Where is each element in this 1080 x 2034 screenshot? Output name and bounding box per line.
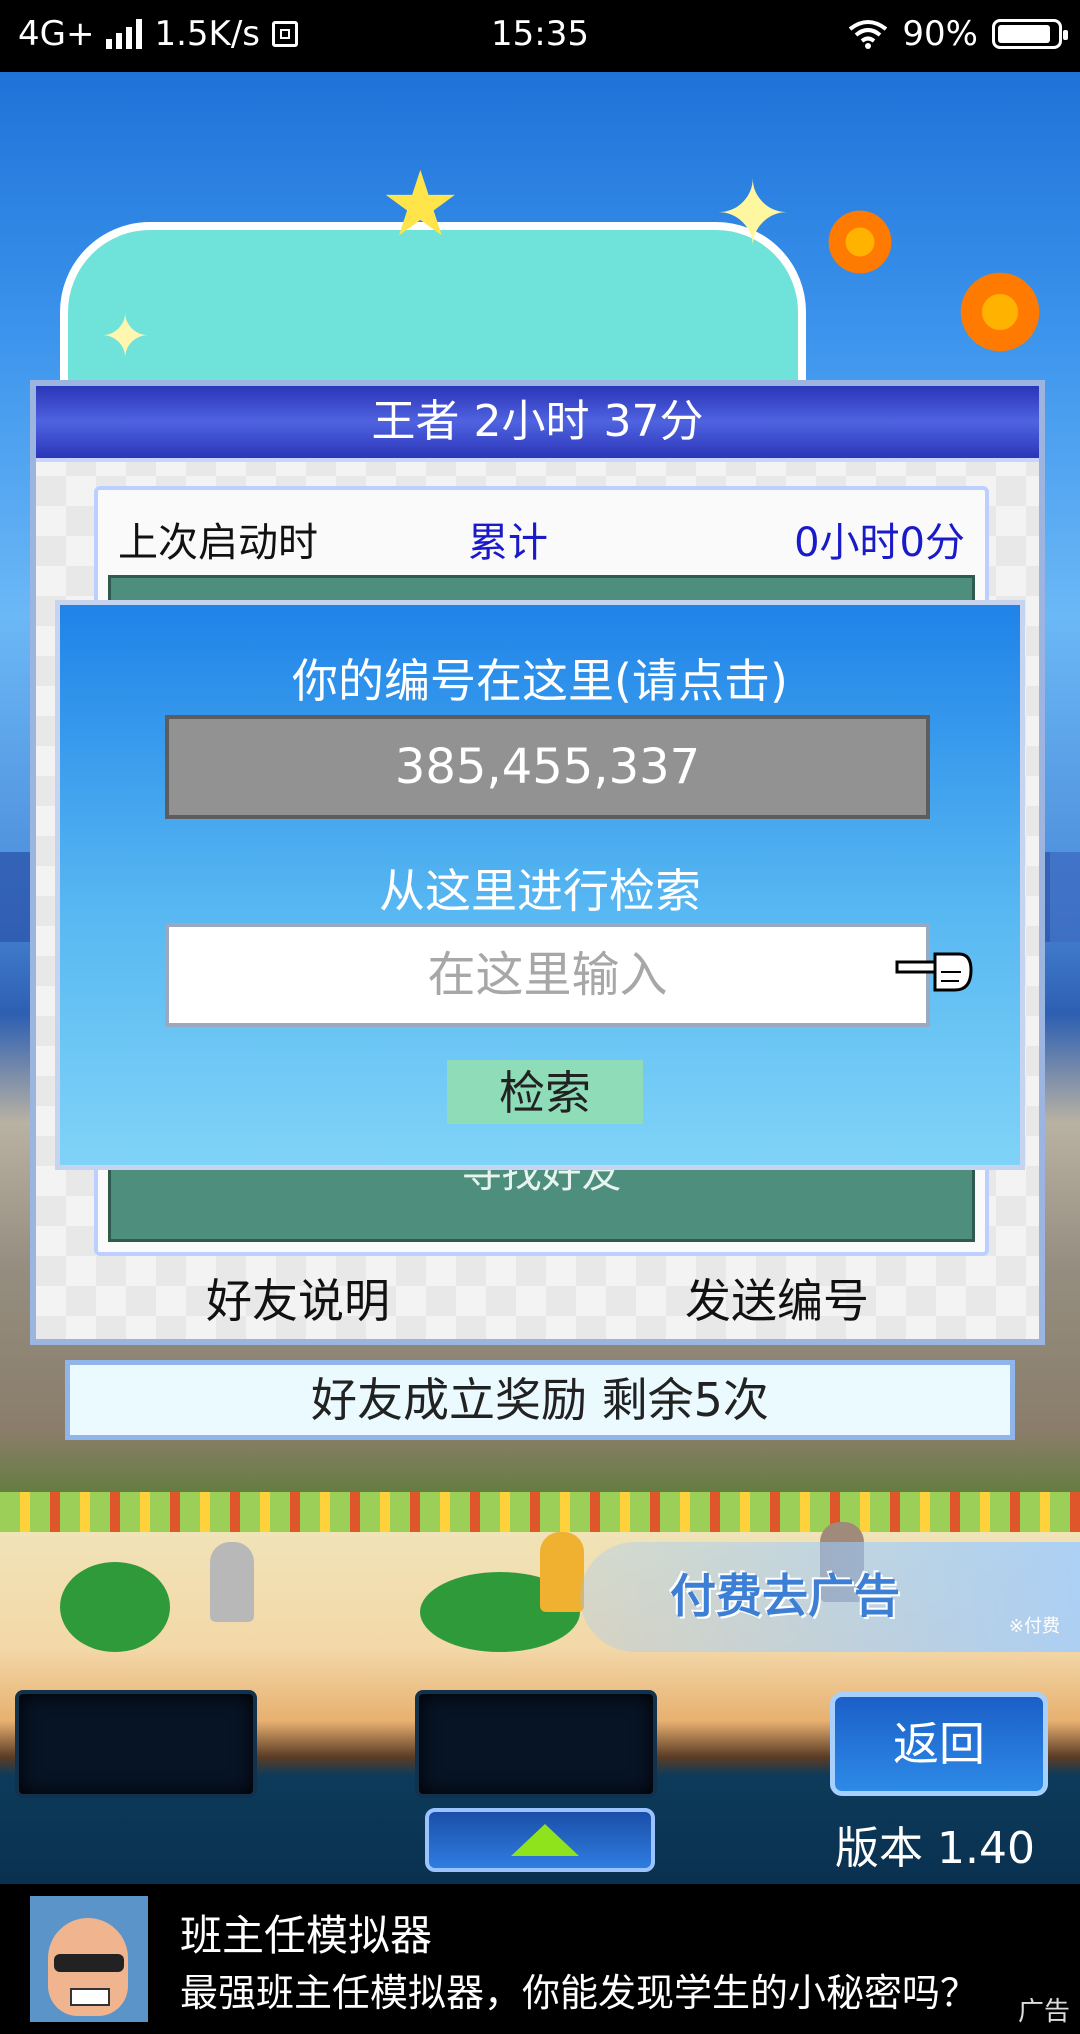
panel-title: 王者 2小时 37分 xyxy=(36,386,1039,462)
ad-tag: 广告 xyxy=(1017,1997,1070,2027)
total-label: 累计 xyxy=(468,520,548,566)
last-launch-label: 上次启动时 xyxy=(118,520,318,566)
back-button[interactable]: 返回 xyxy=(830,1692,1048,1796)
star-icon: ★ xyxy=(380,152,461,257)
ad-title: 班主任模拟器 xyxy=(180,1911,433,1960)
flower-icon xyxy=(950,262,1050,362)
flower-icon xyxy=(820,202,900,282)
search-heading: 从这里进行检索 xyxy=(379,864,701,918)
search-input[interactable] xyxy=(165,923,930,1027)
player-id-box[interactable]: 385,455,337 xyxy=(165,715,930,819)
wifi-icon xyxy=(849,20,888,49)
friend-help-button[interactable]: 好友说明 xyxy=(206,1265,390,1331)
menu-slot-1[interactable] xyxy=(15,1690,257,1798)
bush xyxy=(60,1562,170,1652)
up-arrow-icon xyxy=(511,1824,579,1856)
ad-banner[interactable]: 班主任模拟器 最强班主任模拟器，你能发现学生的小秘密吗？ 广告 xyxy=(0,1884,1080,2034)
play-time-row: 上次启动时 累计 0小时0分 xyxy=(98,490,985,570)
battery-fill xyxy=(998,25,1050,43)
panel-actions: 好友说明 发送编号 xyxy=(36,1259,1039,1329)
battery-icon xyxy=(992,19,1068,49)
menu-slot-2[interactable] xyxy=(415,1690,657,1798)
status-bar: 4G+ 1.5K/s 15:35 90% xyxy=(0,0,1080,72)
pointing-hand-icon xyxy=(895,952,973,992)
friend-reward-bar: 好友成立奖励 剩余5次 xyxy=(65,1360,1015,1440)
remove-ads-note: ※付费 xyxy=(1008,1616,1060,1637)
remove-ads-banner[interactable]: 付费去广告 ※付费 xyxy=(580,1542,1080,1652)
thumbnail-mouth xyxy=(70,1988,110,2006)
search-dialog: 你的编号在这里(请点击) 385,455,337 从这里进行检索 检索 xyxy=(55,600,1025,1170)
ad-description: 最强班主任模拟器，你能发现学生的小秘密吗？ xyxy=(180,1971,979,2015)
send-id-button[interactable]: 发送编号 xyxy=(685,1265,869,1331)
flower-fence xyxy=(0,1492,1080,1532)
sparkle-icon: ✦ xyxy=(715,162,791,267)
version-label: 版本 1.40 xyxy=(835,1823,1035,1874)
total-value: 0小时0分 xyxy=(794,520,965,566)
scroll-up-button[interactable] xyxy=(425,1808,655,1872)
search-button[interactable]: 检索 xyxy=(447,1060,643,1124)
remove-ads-text: 付费去广告 xyxy=(670,1569,900,1623)
id-heading: 你的编号在这里(请点击) xyxy=(292,654,788,708)
character-sprite xyxy=(540,1532,584,1612)
sparkle-icon: ✦ xyxy=(100,302,151,372)
character-sprite xyxy=(210,1542,254,1622)
thumbnail-glasses xyxy=(54,1954,124,1972)
battery-percent: 90% xyxy=(902,14,978,54)
ad-thumbnail xyxy=(30,1896,148,2022)
